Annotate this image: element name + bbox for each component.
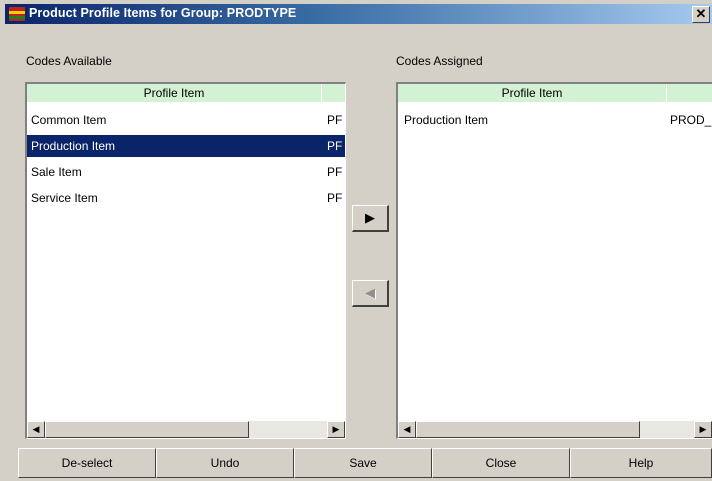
scroll-right-icon: ▶: [332, 424, 340, 434]
scroll-right-button[interactable]: ▶: [327, 421, 345, 438]
undo-button[interactable]: Undo: [156, 448, 294, 478]
list-header[interactable]: Profile Item: [398, 84, 712, 102]
scroll-right-icon: ▶: [699, 424, 707, 434]
window-title: Product Profile Items for Group: PRODTYP…: [29, 6, 297, 20]
close-icon: ✕: [695, 6, 707, 21]
item-name: Production Item: [404, 113, 489, 127]
codes-assigned-label: Codes Assigned: [396, 54, 483, 68]
list-item-service-item[interactable]: Service Item PF: [27, 187, 345, 209]
unassign-button[interactable]: ◀: [352, 280, 389, 307]
close-button[interactable]: Close: [432, 448, 570, 478]
scroll-right-button[interactable]: ▶: [694, 421, 712, 438]
codes-available-label: Codes Available: [26, 54, 112, 68]
code-column-header[interactable]: [667, 84, 712, 102]
codes-assigned-list[interactable]: Profile Item Production Item PROD_ ◀ ▶: [396, 82, 712, 439]
codes-available-list[interactable]: Profile Item Common Item PF Production I…: [25, 82, 346, 439]
scroll-left-button[interactable]: ◀: [398, 421, 416, 438]
deselect-button[interactable]: De-select: [18, 448, 156, 478]
horizontal-scrollbar[interactable]: ◀ ▶: [398, 421, 712, 438]
item-code: PF: [327, 191, 343, 205]
profile-item-column-header[interactable]: Profile Item: [27, 84, 322, 102]
scrollbar-thumb[interactable]: [416, 421, 640, 438]
profile-item-column-header[interactable]: Profile Item: [398, 84, 667, 102]
assign-button[interactable]: ▶: [352, 205, 389, 232]
button-bar: De-select Undo Save Close Help: [18, 448, 712, 478]
arrow-right-icon: ▶: [365, 210, 375, 225]
item-name: Service Item: [31, 191, 98, 205]
scroll-left-icon: ◀: [403, 424, 411, 434]
item-code: PF: [327, 165, 343, 179]
list-item-sale-item[interactable]: Sale Item PF: [27, 161, 345, 183]
close-window-button[interactable]: ✕: [692, 6, 710, 23]
scrollbar-thumb[interactable]: [45, 421, 249, 438]
arrow-left-icon: ◀: [365, 285, 375, 300]
list-item-production-item[interactable]: Production Item PF: [27, 135, 345, 157]
window-title-bar: Product Profile Items for Group: PRODTYP…: [5, 4, 712, 24]
save-button[interactable]: Save: [294, 448, 432, 478]
help-button[interactable]: Help: [570, 448, 712, 478]
list-header[interactable]: Profile Item: [27, 84, 345, 102]
scroll-left-icon: ◀: [32, 424, 40, 434]
list-item-production-item[interactable]: Production Item PROD_: [398, 109, 712, 131]
horizontal-scrollbar[interactable]: ◀ ▶: [27, 421, 345, 438]
item-name: Production Item: [31, 139, 116, 153]
item-code: PF: [327, 139, 343, 153]
code-column-header[interactable]: [322, 84, 345, 102]
scroll-left-button[interactable]: ◀: [27, 421, 45, 438]
item-code: PF: [327, 113, 343, 127]
list-item-common-item[interactable]: Common Item PF: [27, 109, 345, 131]
app-icon: [9, 7, 25, 21]
item-name: Common Item: [31, 113, 107, 127]
item-name: Sale Item: [31, 165, 82, 179]
item-code: PROD_: [670, 113, 712, 127]
